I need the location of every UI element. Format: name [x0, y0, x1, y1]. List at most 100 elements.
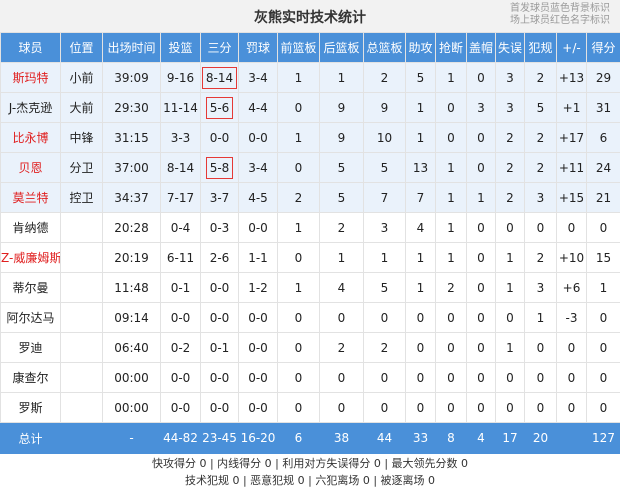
player-blk: 0 — [466, 62, 496, 93]
player-reb: 2 — [363, 332, 406, 363]
legend-starter-note: 首发球员蓝色背景标识 — [510, 3, 610, 14]
player-tov: 0 — [495, 362, 525, 393]
player-oreb: 1 — [277, 212, 320, 243]
player-minutes: 34:37 — [102, 182, 161, 213]
col-header-pf[interactable]: 犯规 — [524, 32, 557, 63]
table-row: 莫兰特 控卫 34:37 7-17 3-7 4-5 2 5 7 7 1 1 2 … — [0, 182, 620, 213]
player-reb: 9 — [363, 92, 406, 123]
totals-blk: 4 — [466, 422, 496, 454]
player-name[interactable]: Z-威廉姆斯 — [0, 242, 61, 273]
player-3p: 0-0 — [200, 122, 239, 153]
col-header-ast[interactable]: 助攻 — [405, 32, 436, 63]
player-name[interactable]: 斯玛特 — [0, 62, 61, 93]
footer-line-scoring: 快攻得分 0 | 内线得分 0 | 利用对方失误得分 0 | 最大领先分数 0 — [151, 457, 469, 470]
player-stl: 0 — [435, 302, 467, 333]
title-bar: 灰熊实时技术统计 首发球员蓝色背景标识 场上球员红色名字标识 — [0, 0, 620, 33]
player-reb: 0 — [363, 362, 406, 393]
table-row: Z-威廉姆斯 20:19 6-11 2-6 1-1 0 1 1 1 1 0 1 … — [0, 242, 620, 273]
player-tov: 0 — [495, 212, 525, 243]
player-3p: 3-7 — [200, 182, 239, 213]
player-3p: 0-0 — [200, 392, 239, 423]
player-pts: 24 — [586, 152, 620, 183]
player-ast: 0 — [405, 302, 436, 333]
player-tov: 1 — [495, 242, 525, 273]
player-ft: 3-4 — [238, 152, 278, 183]
col-header-minutes[interactable]: 出场时间 — [102, 32, 161, 63]
player-minutes: 20:19 — [102, 242, 161, 273]
player-position — [60, 302, 103, 333]
highlight-box: 8-14 — [201, 66, 238, 89]
player-ft: 0-0 — [238, 332, 278, 363]
table-row: 康查尔 00:00 0-0 0-0 0-0 0 0 0 0 0 0 0 0 0 … — [0, 362, 620, 393]
player-stl: 0 — [435, 122, 467, 153]
player-pts: 29 — [586, 62, 620, 93]
player-name[interactable]: 肯纳德 — [0, 212, 61, 243]
player-pf: 0 — [524, 392, 557, 423]
col-header-3p[interactable]: 三分 — [200, 32, 239, 63]
col-header-ft[interactable]: 罚球 — [238, 32, 278, 63]
player-pts: 0 — [586, 392, 620, 423]
player-reb: 0 — [363, 302, 406, 333]
col-header-reb[interactable]: 总篮板 — [363, 32, 406, 63]
totals-pts: 127 — [586, 422, 620, 454]
col-header-pts[interactable]: 得分 — [586, 32, 620, 63]
player-tov: 1 — [495, 272, 525, 303]
player-oreb: 0 — [277, 302, 320, 333]
player-oreb: 0 — [277, 92, 320, 123]
player-fg: 3-3 — [160, 122, 201, 153]
col-header-plusminus[interactable]: +/- — [556, 32, 587, 63]
player-plusminus: 0 — [556, 332, 587, 363]
player-oreb: 2 — [277, 182, 320, 213]
player-position: 大前 — [60, 92, 103, 123]
table-row: 比永博 中锋 31:15 3-3 0-0 0-0 1 9 10 1 0 0 2 … — [0, 122, 620, 153]
player-fg: 8-14 — [160, 152, 201, 183]
col-header-position[interactable]: 位置 — [60, 32, 103, 63]
player-name[interactable]: J-杰克逊 — [0, 92, 61, 123]
col-header-player[interactable]: 球员 — [0, 32, 61, 63]
player-plusminus: +10 — [556, 242, 587, 273]
player-minutes: 09:14 — [102, 302, 161, 333]
player-fg: 9-16 — [160, 62, 201, 93]
player-name[interactable]: 莫兰特 — [0, 182, 61, 213]
col-header-oreb[interactable]: 前篮板 — [277, 32, 320, 63]
player-blk: 0 — [466, 302, 496, 333]
player-3p: 5-8 — [200, 152, 239, 183]
player-pts: 0 — [586, 212, 620, 243]
player-tov: 1 — [495, 332, 525, 363]
player-stl: 1 — [435, 182, 467, 213]
player-pf: 1 — [524, 302, 557, 333]
player-oreb: 0 — [277, 332, 320, 363]
player-stl: 2 — [435, 272, 467, 303]
player-reb: 0 — [363, 392, 406, 423]
player-ast: 1 — [405, 272, 436, 303]
player-fg: 0-0 — [160, 362, 201, 393]
player-ft: 1-2 — [238, 272, 278, 303]
footer-summary: 快攻得分 0 | 内线得分 0 | 利用对方失误得分 0 | 最大领先分数 0 … — [0, 455, 620, 493]
player-pts: 21 — [586, 182, 620, 213]
col-header-dreb[interactable]: 后篮板 — [319, 32, 364, 63]
player-tov: 0 — [495, 392, 525, 423]
player-name[interactable]: 康查尔 — [0, 362, 61, 393]
player-name[interactable]: 罗斯 — [0, 392, 61, 423]
player-name[interactable]: 阿尔达马 — [0, 302, 61, 333]
totals-3p: 23-45 — [200, 422, 239, 454]
col-header-blk[interactable]: 盖帽 — [466, 32, 496, 63]
player-3p: 0-0 — [200, 272, 239, 303]
player-name[interactable]: 蒂尔曼 — [0, 272, 61, 303]
player-blk: 0 — [466, 272, 496, 303]
player-ast: 0 — [405, 362, 436, 393]
col-header-stl[interactable]: 抢断 — [435, 32, 467, 63]
player-blk: 3 — [466, 92, 496, 123]
col-header-tov[interactable]: 失误 — [495, 32, 525, 63]
player-ast: 0 — [405, 392, 436, 423]
totals-ast: 33 — [405, 422, 436, 454]
table-row: J-杰克逊 大前 29:30 11-14 5-6 4-4 0 9 9 1 0 3… — [0, 92, 620, 123]
col-header-fg[interactable]: 投篮 — [160, 32, 201, 63]
player-name[interactable]: 贝恩 — [0, 152, 61, 183]
player-3p: 5-6 — [200, 92, 239, 123]
player-name[interactable]: 比永博 — [0, 122, 61, 153]
player-name[interactable]: 罗迪 — [0, 332, 61, 363]
player-pf: 2 — [524, 122, 557, 153]
player-minutes: 06:40 — [102, 332, 161, 363]
player-blk: 0 — [466, 122, 496, 153]
